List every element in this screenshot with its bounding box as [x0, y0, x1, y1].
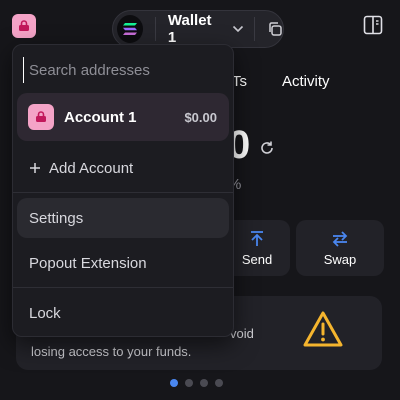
app-avatar-icon	[19, 20, 29, 31]
plus-icon	[29, 162, 41, 174]
menu-item-label: Lock	[29, 304, 61, 322]
menu-item-popout-extension[interactable]: Popout Extension	[17, 243, 229, 283]
sidebar-toggle-button[interactable]	[362, 14, 384, 36]
account-avatar-icon	[28, 104, 54, 130]
swap-button[interactable]: Swap	[296, 220, 384, 276]
send-label: Send	[241, 251, 273, 267]
pill-divider	[254, 17, 255, 41]
menu-item-lock[interactable]: Lock	[17, 293, 229, 333]
pagination-dots	[170, 379, 223, 387]
refresh-icon[interactable]	[259, 140, 275, 161]
pagination-dot[interactable]	[200, 379, 208, 387]
account-balance: $0.00	[184, 109, 217, 125]
add-account-button[interactable]: Add Account	[17, 151, 229, 185]
send-arrow-icon	[251, 230, 263, 246]
chevron-down-icon	[232, 25, 244, 33]
warning-triangle-icon	[302, 310, 344, 353]
account-name: Account 1	[64, 108, 137, 126]
pagination-dot[interactable]	[185, 379, 193, 387]
solana-icon	[117, 15, 143, 43]
sidebar-icon	[363, 15, 383, 35]
swap-label: Swap	[323, 251, 357, 267]
account-dropdown-menu: Account 1 $0.00 Add Account Settings Pop…	[12, 44, 234, 337]
tab-activity[interactable]: Activity	[282, 73, 330, 90]
search-addresses-input[interactable]	[23, 57, 223, 83]
menu-divider	[13, 192, 233, 193]
wallet-selector[interactable]: Wallet 1	[112, 10, 284, 48]
wallet-name: Wallet 1	[167, 12, 212, 46]
add-account-label: Add Account	[49, 159, 134, 177]
pagination-dot[interactable]	[215, 379, 223, 387]
tab-nfts[interactable]: Ts	[232, 73, 247, 90]
swap-arrows-icon	[332, 230, 348, 247]
menu-item-label: Popout Extension	[29, 254, 147, 272]
menu-item-label: Settings	[29, 209, 84, 227]
copy-icon[interactable]	[267, 21, 283, 37]
pill-divider	[155, 17, 156, 41]
account-avatar-button[interactable]	[12, 14, 36, 38]
account-row[interactable]: Account 1 $0.00	[17, 93, 229, 141]
warning-text-line2: losing access to your funds.	[31, 344, 192, 359]
menu-divider	[13, 287, 233, 288]
menu-item-settings[interactable]: Settings	[17, 198, 229, 238]
pagination-dot-active[interactable]	[170, 379, 178, 387]
